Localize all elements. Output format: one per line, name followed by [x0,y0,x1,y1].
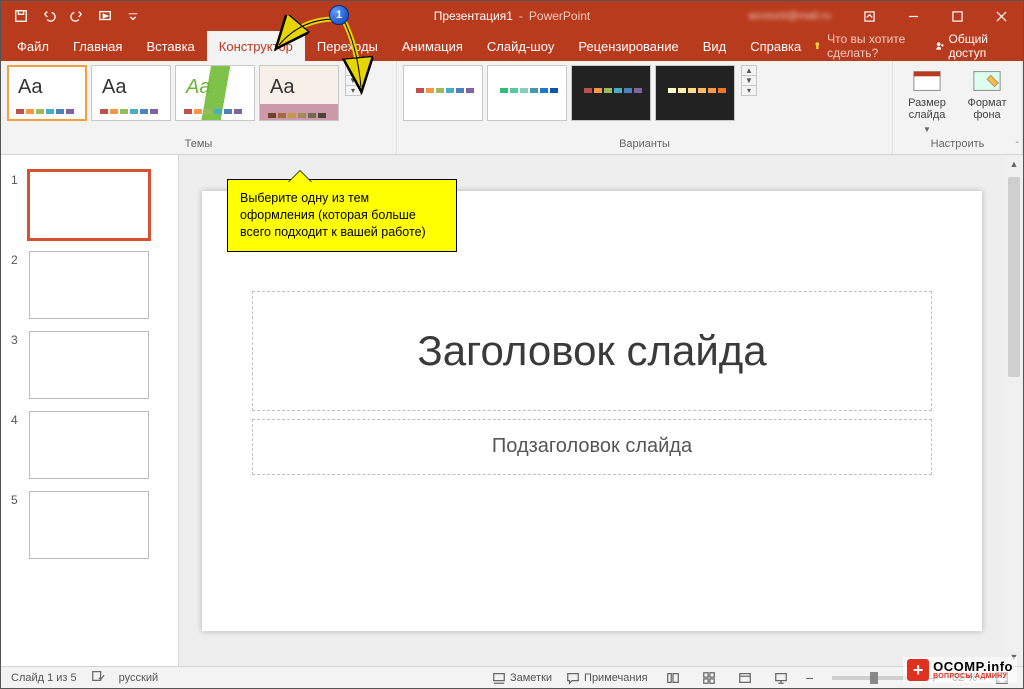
account-name[interactable]: account@mail.ru [740,10,839,22]
group-configure: Размер слайда ▼ Формат фона Настроить [893,61,1023,154]
watermark: + OCOMP.info ВОПРОСЫ АДМИНУ [903,657,1017,683]
variant-thumb-4[interactable] [655,65,735,121]
group-themes-label: Темы [7,138,390,152]
tab-file[interactable]: Файл [5,31,61,61]
slide-thumb-3[interactable]: 3 [1,325,178,405]
format-background-button[interactable]: Формат фона [959,65,1015,121]
title-placeholder[interactable]: Заголовок слайда [252,291,932,411]
slide-canvas[interactable]: Заголовок слайда Подзаголовок слайда [202,191,982,631]
vertical-scrollbar[interactable]: ▲ ▼ [1005,155,1023,666]
slide-thumb-2[interactable]: 2 [1,245,178,325]
slide-size-button[interactable]: Размер слайда ▼ [899,65,955,134]
annotation-number-badge: 1 [329,5,349,25]
theme-thumb-3[interactable]: Aa [175,65,255,121]
window-title: Презентация1 - PowerPoint [434,9,591,23]
theme-thumb-2[interactable]: Aa [91,65,171,121]
ribbon-content: Aa Aa Aa Aa ▲ ▼ ▾ Темы [1,61,1023,155]
quick-access-toolbar [1,4,145,28]
comments-button[interactable]: Примечания [566,671,648,685]
watermark-top: OCOMP.info [933,660,1013,673]
zoom-out-icon[interactable]: − [806,670,814,686]
watermark-icon: + [907,659,929,681]
share-button[interactable]: Общий доступ [935,32,1005,60]
title-bar: Презентация1 - PowerPoint account@mail.r… [1,1,1023,31]
slide-mini [29,331,149,399]
tell-me-placeholder: Что вы хотите сделать? [827,32,921,60]
variants-gallery-scroll[interactable]: ▲ ▼ ▾ [741,65,757,96]
variant-thumb-3[interactable] [571,65,651,121]
gallery-down-icon[interactable]: ▼ [742,75,756,85]
slide-mini [29,251,149,319]
tab-home[interactable]: Главная [61,31,134,61]
scroll-up-icon[interactable]: ▲ [1005,155,1023,173]
variant-thumb-1[interactable] [403,65,483,121]
format-bg-label: Формат фона [959,97,1015,121]
annotation-callout: Выберите одну из тем оформления (которая… [227,179,457,252]
tab-help[interactable]: Справка [738,31,813,61]
slide-mini [29,491,149,559]
document-name: Презентация1 [434,9,513,23]
scroll-track[interactable] [1005,173,1023,648]
slide-mini [29,171,149,239]
slide-size-icon [912,69,942,93]
slide-thumb-5[interactable]: 5 [1,485,178,565]
slide-thumb-4[interactable]: 4 [1,405,178,485]
group-configure-label: Настроить [899,138,1016,152]
theme-thumb-4[interactable]: Aa [259,65,339,121]
variant-thumb-2[interactable] [487,65,567,121]
annotation-callout-text: Выберите одну из тем оформления (которая… [240,191,426,239]
group-variants: ▲ ▼ ▾ Варианты [397,61,893,154]
slide-thumb-1[interactable]: 1 [1,165,178,245]
ribbon-tabs: Файл Главная Вставка Конструктор Переход… [1,31,1023,61]
tab-review[interactable]: Рецензирование [566,31,690,61]
tell-me-search[interactable]: Что вы хотите сделать? [813,32,920,60]
view-sorter-icon[interactable] [698,669,720,687]
subtitle-placeholder[interactable]: Подзаголовок слайда [252,419,932,475]
scroll-thumb[interactable] [1008,177,1020,377]
share-label: Общий доступ [948,32,1005,60]
save-icon[interactable] [9,4,33,28]
theme-thumb-1[interactable]: Aa [7,65,87,121]
notes-button[interactable]: Заметки [492,671,552,685]
view-normal-icon[interactable] [662,669,684,687]
zoom-slider[interactable] [832,676,912,680]
minimize-icon[interactable] [891,1,935,31]
format-bg-icon [972,69,1002,93]
watermark-bottom: ВОПРОСЫ АДМИНУ [933,673,1013,680]
start-from-beginning-icon[interactable] [93,4,117,28]
gallery-more-icon[interactable]: ▾ [742,85,756,95]
tab-slideshow[interactable]: Слайд-шоу [475,31,566,61]
view-reading-icon[interactable] [734,669,756,687]
undo-icon[interactable] [37,4,61,28]
qat-more-icon[interactable] [121,4,145,28]
slide-mini [29,411,149,479]
status-language[interactable]: русский [119,672,158,684]
ribbon-collapse-icon[interactable]: ˆ [1016,141,1019,152]
slide-thumbnail-pane[interactable]: 1 2 3 4 5 [1,155,179,666]
tab-view[interactable]: Вид [691,31,739,61]
app-name: PowerPoint [529,9,590,23]
gallery-up-icon[interactable]: ▲ [742,66,756,75]
status-bar: Слайд 1 из 5 русский Заметки Примечания … [1,666,1023,688]
annotation-arrow-right [337,15,377,95]
status-slide-count: Слайд 1 из 5 [11,672,77,684]
tab-animations[interactable]: Анимация [390,31,475,61]
work-area: 1 2 3 4 5 Заголовок слайда Подзаголовок … [1,155,1023,666]
group-variants-label: Варианты [403,138,886,152]
tab-insert[interactable]: Вставка [134,31,206,61]
maximize-icon[interactable] [935,1,979,31]
spellcheck-icon[interactable] [91,669,105,686]
title-separator: - [519,9,523,23]
slide-size-label: Размер слайда [899,97,955,121]
close-icon[interactable] [979,1,1023,31]
ribbon-options-icon[interactable] [847,1,891,31]
view-slideshow-icon[interactable] [770,669,792,687]
redo-icon[interactable] [65,4,89,28]
